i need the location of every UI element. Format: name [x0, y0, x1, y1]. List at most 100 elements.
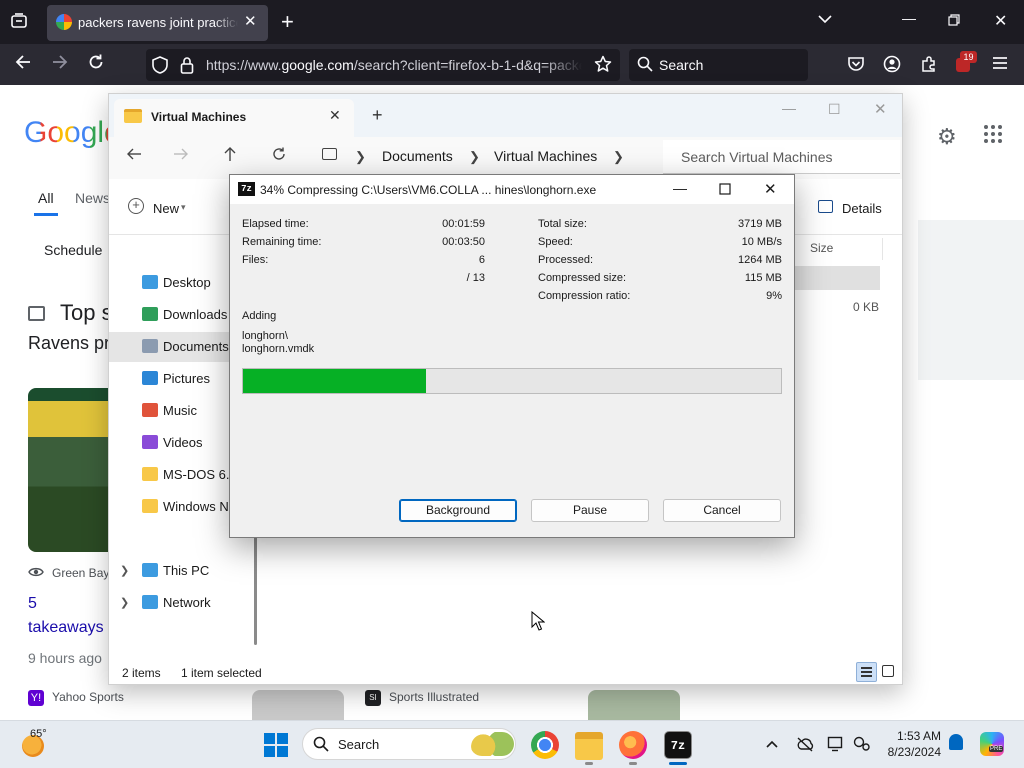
stat-value: 9% — [766, 290, 782, 302]
firefox-icon[interactable] — [619, 731, 647, 759]
cancel-button[interactable]: Cancel — [663, 499, 781, 522]
chrome-icon[interactable] — [531, 731, 559, 759]
reload-icon[interactable] — [271, 146, 287, 167]
clock-date[interactable]: 8/23/2024 — [884, 745, 941, 759]
display-icon[interactable] — [827, 736, 845, 755]
videos-icon — [142, 435, 158, 449]
star-icon[interactable] — [594, 55, 612, 78]
news-thumbnail[interactable] — [28, 388, 108, 552]
column-divider[interactable] — [882, 238, 883, 260]
this-pc-icon[interactable] — [322, 148, 337, 160]
search-highlight-image — [470, 732, 514, 756]
apps-grid-icon[interactable] — [983, 124, 1003, 150]
chevron-up-icon[interactable] — [765, 736, 779, 752]
tiles-view-icon[interactable] — [882, 665, 894, 677]
accessibility-icon[interactable] — [853, 736, 871, 755]
network-disconnected-icon[interactable] — [796, 736, 814, 755]
account-icon[interactable] — [883, 55, 901, 78]
extensions-icon[interactable] — [920, 55, 938, 78]
sidebar-item-network[interactable]: Network — [163, 595, 211, 610]
weather-temperature[interactable]: 65° — [30, 728, 47, 740]
table-row-selected[interactable] — [795, 266, 880, 290]
sports-illustrated-icon: SI — [365, 690, 381, 706]
stat-value: 00:03:50 — [442, 236, 485, 248]
file-explorer-icon[interactable] — [575, 732, 603, 760]
plus-icon[interactable]: + — [372, 105, 383, 126]
chevron-down-icon[interactable] — [817, 12, 833, 28]
close-icon[interactable]: ✕ — [244, 12, 257, 30]
forward-arrow-icon[interactable] — [51, 53, 69, 76]
news-thumbnail[interactable] — [252, 690, 344, 720]
copilot-icon[interactable]: PRE — [980, 732, 1004, 756]
close-icon[interactable]: ✕ — [329, 107, 341, 124]
close-icon[interactable]: ✕ — [874, 100, 887, 118]
taskbar-search-placeholder: Search — [338, 737, 380, 752]
news-thumbnail[interactable] — [588, 690, 680, 720]
google-tab-all[interactable]: All — [38, 190, 54, 206]
google-chip-schedule[interactable]: Schedule — [28, 236, 108, 264]
forward-arrow-icon[interactable] — [173, 146, 189, 167]
stat-value: / 13 — [466, 272, 485, 284]
shield-icon[interactable] — [151, 55, 169, 80]
breadcrumb-separator-icon[interactable]: ❯ — [355, 149, 366, 165]
news-source-si: Sports Illustrated — [389, 690, 480, 704]
7zip-taskbar-icon[interactable]: 7z — [664, 731, 692, 759]
compression-progress-bar — [242, 368, 782, 394]
details-view-icon[interactable] — [856, 662, 877, 682]
url-text[interactable]: https://www.google.com/search?client=fir… — [206, 57, 582, 75]
reload-icon[interactable] — [87, 53, 105, 76]
pocket-icon[interactable] — [847, 56, 865, 77]
tab-list-icon[interactable] — [10, 12, 30, 32]
up-arrow-icon[interactable] — [222, 146, 238, 167]
stat-value: 1264 MB — [737, 254, 782, 266]
stat-label: Total size: — [538, 218, 587, 230]
folder-icon — [142, 499, 158, 513]
details-button[interactable]: Details — [842, 201, 882, 216]
back-arrow-icon[interactable] — [14, 53, 32, 76]
back-arrow-icon[interactable] — [126, 146, 142, 167]
current-file: longhorn.vmdk — [242, 343, 315, 355]
maximize-icon[interactable] — [719, 182, 731, 198]
gear-icon[interactable]: ⚙ — [937, 124, 957, 150]
expand-chevron-icon[interactable]: ❯ — [120, 564, 129, 577]
notification-bell-icon[interactable] — [949, 734, 963, 750]
menu-icon[interactable] — [992, 56, 1008, 75]
desktop-icon — [142, 275, 158, 289]
breadcrumb-virtual-machines[interactable]: Virtual Machines — [494, 148, 597, 164]
column-header-size[interactable]: Size — [810, 241, 833, 255]
close-icon[interactable]: ✕ — [994, 11, 1007, 31]
expand-chevron-icon[interactable]: ❯ — [120, 596, 129, 609]
minimize-icon[interactable]: — — [902, 10, 916, 26]
google-logo[interactable]: Google — [24, 116, 121, 150]
breadcrumb-separator-icon[interactable]: ❯ — [469, 149, 480, 165]
search-icon — [637, 56, 653, 77]
pause-button[interactable]: Pause — [531, 499, 649, 522]
stat-label: Processed: — [538, 254, 594, 266]
breadcrumb-separator-icon[interactable]: ❯ — [613, 149, 624, 165]
chevron-down-icon[interactable]: ▾ — [181, 202, 186, 213]
windows-start-icon[interactable] — [264, 733, 288, 757]
browser-search-placeholder: Search — [659, 57, 704, 73]
stat-label: Speed: — [538, 236, 573, 248]
browser-tab-title: packers ravens joint practice - Google S… — [78, 15, 238, 30]
news-article-title[interactable]: 5 takeaways from practice - A — [28, 592, 108, 640]
new-button[interactable]: New — [153, 201, 179, 216]
plus-icon[interactable]: + — [281, 9, 294, 35]
google-tab-news[interactable]: News — [75, 190, 108, 206]
details-pane-icon[interactable] — [818, 200, 833, 213]
plus-circle-icon[interactable]: + — [128, 198, 144, 214]
minimize-icon[interactable]: — — [782, 100, 796, 116]
maximize-icon[interactable]: ☐ — [828, 101, 841, 118]
background-button[interactable]: Background — [399, 499, 517, 522]
browser-search-bar[interactable] — [629, 49, 808, 81]
lock-icon[interactable] — [180, 56, 194, 79]
restore-icon[interactable] — [948, 13, 960, 29]
breadcrumb-documents[interactable]: Documents — [382, 148, 453, 164]
close-icon[interactable]: ✕ — [764, 180, 777, 198]
network-icon — [142, 595, 158, 609]
7zip-icon: 7z — [238, 182, 255, 196]
sidebar-item-this-pc[interactable]: This PC — [163, 563, 209, 578]
clock-time[interactable]: 1:53 AM — [893, 729, 941, 743]
sidebar-scrollbar[interactable] — [254, 520, 257, 645]
minimize-icon[interactable]: — — [673, 180, 687, 196]
